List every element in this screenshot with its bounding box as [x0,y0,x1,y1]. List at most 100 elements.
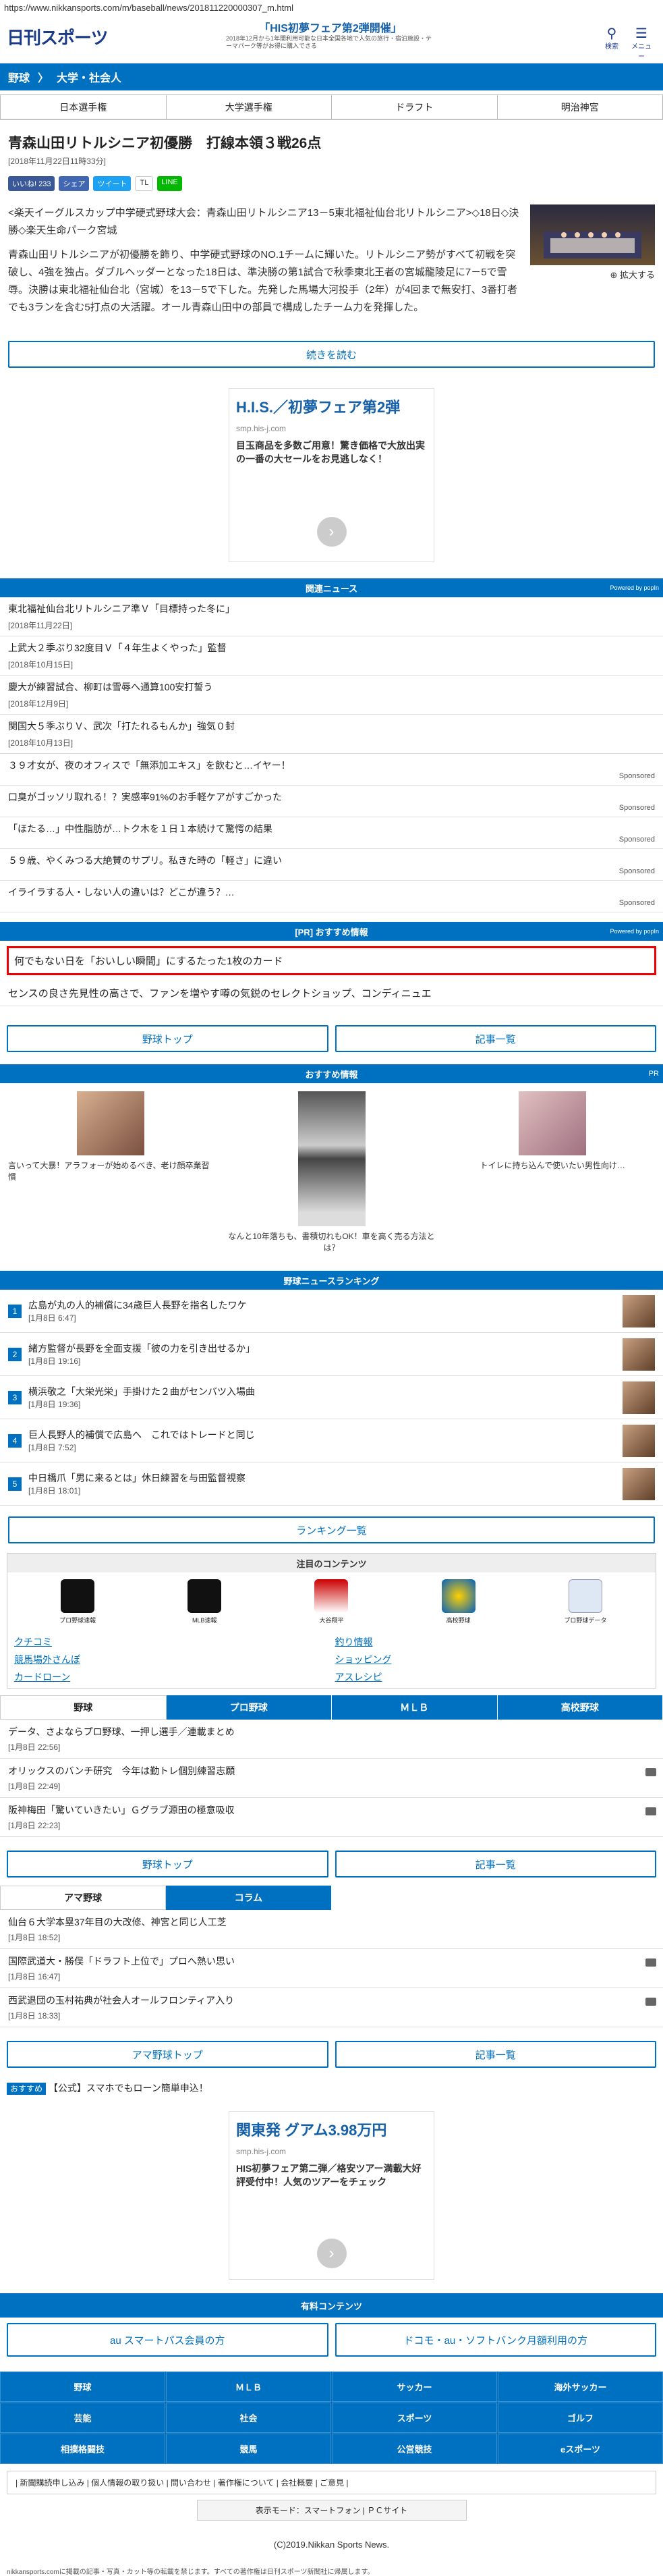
news-item[interactable]: データ、さよならプロ野球、一押し選手／連載まとめ[1月8日 22:56] [0,1720,663,1759]
recommend-item[interactable]: なんと10年落ちも、書積切れもOK！車を高く売る方法とは？ [221,1091,442,1253]
ranking-list-button[interactable]: ランキング一覧 [8,1516,655,1543]
tab-amateur[interactable]: アマ野球 [0,1886,166,1910]
tab-pro-baseball[interactable]: プロ野球 [167,1695,333,1720]
data-link[interactable]: プロ野球データ [558,1579,612,1624]
search-button[interactable]: ⚲ 検索 [600,27,623,51]
news-item[interactable]: オリックスのバンチ研究 今年は勤トレ個別練習志願[1月8日 22:49] [0,1759,663,1798]
related-news-item[interactable]: 上武大２季ぶり32度目Ｖ「４年生よくやった」監督[2018年10月15日] [0,636,663,676]
read-more-button[interactable]: 続きを読む [8,341,655,368]
amateur-top-button[interactable]: アマ野球トップ [7,2041,328,2068]
footer-link-baseball[interactable]: 野球 [0,2372,165,2402]
koshien-link[interactable]: 高校野球 [432,1579,486,1624]
tab-high-school[interactable]: 高校野球 [498,1695,663,1720]
related-news-item[interactable]: 東北福祉仙台北リトルシニア準Ｖ「目標持った冬に」[2018年11月22日] [0,597,663,636]
tab-baseball[interactable]: 野球 [0,1695,167,1720]
site-logo[interactable]: 日刊スポーツ [7,24,107,49]
article-list-button[interactable]: 記事一覧 [335,1025,657,1052]
link-kuchikomi[interactable]: クチコミ [14,1635,328,1649]
recommend-item[interactable]: 言いって大暴！アラフォーが始めるべき、老け顔卒業習慣 [0,1091,221,1253]
live-score-mlb-icon [188,1579,221,1613]
sponsored-headline: ３９才女が、夜のオフィスで「無添加エキス」を飲むと…イヤー！ [8,759,655,772]
article-list-button-2[interactable]: 記事一覧 [335,1851,657,1878]
ranking-item[interactable]: 3横浜敬之「大栄光栄」手掛けた２曲がセンバツ入場曲[1月8日 19:36] [0,1376,663,1419]
footer-link-overseas-soccer[interactable]: 海外サッカー [498,2372,663,2402]
ohtani-link[interactable]: 大谷翔平 [304,1579,358,1624]
data-icon [569,1579,602,1613]
footer-link-golf[interactable]: ゴルフ [498,2403,663,2433]
pr-highlighted-item[interactable]: 何でもない日を「おいしい瞬間」にするたった1枚のカード [7,946,656,975]
related-news-date: [2018年10月13日] [8,737,655,748]
news-date: [1月8日 16:47] [8,1971,655,1982]
link-keiba-sanpo[interactable]: 競馬場外さんぽ [14,1653,328,1666]
subnav-item-draft[interactable]: ドラフト [331,94,497,119]
his-ad-2[interactable]: 関東発 グアム3.98万円 smp.his-j.com HIS初夢フェア第二弾／… [229,2111,434,2280]
facebook-share-button[interactable]: シェア [59,176,89,191]
pr-item[interactable]: センスの良さ先見性の高さで、ファンを増やす噂の気鋭のセレクトショップ、コンディニ… [0,981,663,1006]
team-photo-figures [530,204,655,265]
header-ad[interactable]: 「HIS初夢フェア第2弾開催」 2018年12月から1年間利用可能な日本全国各地… [226,19,435,57]
footer-link-society[interactable]: 社会 [166,2403,331,2433]
related-news-item[interactable]: 関国大５季ぶりＶ、武次「打たれるもんか」強気０封[2018年10月13日] [0,715,663,754]
news-item[interactable]: 国際武道大・勝俣「ドラフト上位で」プロへ熱い思い[1月8日 16:47] [0,1949,663,1988]
ad1-arrow-icon[interactable]: › [317,517,347,547]
breadcrumb-baseball[interactable]: 野球 [8,69,30,85]
rank-number: 2 [8,1348,22,1361]
news-item[interactable]: 阪神梅田「驚いていきたい」Ｇグラブ源田の極意吸収[1月8日 22:23] [0,1798,663,1837]
live-score-mlb-link[interactable]: MLB速報 [177,1579,231,1624]
link-athrecipe[interactable]: アスレシピ [335,1670,650,1684]
tweet-button[interactable]: ツイート [93,176,131,191]
footer-links[interactable]: | 新聞購読申し込み | 個人情報の取り扱い | 問い合わせ | 著作権について… [7,2471,656,2494]
sponsored-item[interactable]: イライラする人・しない人の違いは？どこが違う？…Sponsored [0,881,663,912]
osusume-row[interactable]: おすすめ 【公式】スマホでもローン簡単申込！ [0,2081,663,2095]
au-smartpass-button[interactable]: au スマートパス会員の方 [7,2323,328,2357]
display-mode-switch[interactable]: 表示モード：スマートフォン | ＰＣサイト [197,2500,467,2521]
baseball-top-button[interactable]: 野球トップ [7,1025,328,1052]
timeline-button[interactable]: TL [135,176,153,191]
nav-buttons-1: 野球トップ 記事一覧 [0,1025,663,1052]
ranking-item[interactable]: 4巨人長野人的補償で広島へ これではトレードと同じ[1月8日 7:52] [0,1419,663,1462]
article-photo[interactable]: ⊕ 拡大する [530,204,655,317]
sponsored-item[interactable]: ３９才女が、夜のオフィスで「無添加エキス」を飲むと…イヤー！Sponsored [0,754,663,786]
tab-mlb[interactable]: ＭＬＢ [332,1695,498,1720]
recommend-item[interactable]: トイレに持ち込んで使いたい男性向け… [442,1091,663,1253]
footer-link-sumo[interactable]: 相撲格闘技 [0,2434,165,2464]
ranking-header: 野球ニュースランキング [0,1271,663,1290]
ranking-item[interactable]: 2緒方監督が長野を全面支援「彼の力を引き出せるか」[1月8日 19:16] [0,1333,663,1376]
footer-link-esports[interactable]: eスポーツ [498,2434,663,2464]
link-shopping[interactable]: ショッピング [335,1653,650,1666]
article-list-button-3[interactable]: 記事一覧 [335,2041,657,2068]
footer-link-soccer[interactable]: サッカー [332,2372,497,2402]
facebook-like-button[interactable]: いいね! 233 [8,176,55,191]
baseball-top-button-2[interactable]: 野球トップ [7,1851,328,1878]
breadcrumb-amateur[interactable]: 大学・社会人 [57,69,121,85]
sponsored-item[interactable]: 「ほたる…」中性脂肪が…トク木を１日１本続けて驚愕の結果Sponsored [0,817,663,849]
footer-link-entertainment[interactable]: 芸能 [0,2403,165,2433]
footer-link-keiba[interactable]: 競馬 [166,2434,331,2464]
footer-link-mlb[interactable]: ＭＬＢ [166,2372,331,2402]
footer-link-sports[interactable]: スポーツ [332,2403,497,2433]
subnav-item-university-championship[interactable]: 大学選手権 [166,94,332,119]
news-item[interactable]: 西武退団の玉村祐典が社会人オールフロンティア入り[1月8日 18:33] [0,1988,663,2027]
carrier-monthly-button[interactable]: ドコモ・au・ソフトバンク月額利用の方 [335,2323,657,2357]
ad2-arrow-icon[interactable]: › [317,2239,347,2268]
line-button[interactable]: LINE [157,176,181,191]
link-card-loan[interactable]: カードローン [14,1670,328,1684]
footer-link-public-racing[interactable]: 公営競技 [332,2434,497,2464]
breadcrumb-separator: 〉 [38,69,49,85]
ranking-item[interactable]: 5中日橋爪「男に来るとは」休日練習を与田監督視察[1月8日 18:01] [0,1462,663,1506]
news-item[interactable]: 仙台６大学本塁37年目の大改修、神宮と同じ人工芝[1月8日 18:52] [0,1910,663,1949]
his-ad-1[interactable]: H.I.S.／初夢フェア第2弾 smp.his-j.com 目玉商品を多数ご用意… [229,388,434,562]
live-score-npb-link[interactable]: プロ野球速報 [51,1579,105,1624]
subnav-item-japan-championship[interactable]: 日本選手権 [0,94,166,119]
ranking-item[interactable]: 1広島が丸の人的補償に34歳巨人長野を指名したワケ[1月8日 6:47] [0,1290,663,1333]
rank-date: [1月8日 19:16] [28,1355,623,1367]
link-fishing[interactable]: 釣り情報 [335,1635,650,1649]
tab-column[interactable]: コラム [166,1886,331,1910]
sponsored-item[interactable]: 口臭がゴッソリ取れる！？実感率91%のお手軽ケアがすごかったSponsored [0,786,663,817]
sponsored-item[interactable]: ５９歳、やくみつる大絶賛のサプリ。私きた時の「軽さ」に違いSponsored [0,849,663,881]
subnav-item-meiji-jingu[interactable]: 明治神宮 [497,94,663,119]
article-lead: <楽天イーグルスカップ中学硬式野球大会：青森山田リトルシニア13－5東北福祉仙台… [8,204,522,240]
rank-date: [1月8日 19:36] [28,1398,623,1410]
related-news-item[interactable]: 慶大が練習試合、柳町は雪辱へ通算100安打誓う[2018年12月9日] [0,676,663,715]
menu-button[interactable]: ☰ メニュー [630,27,653,61]
